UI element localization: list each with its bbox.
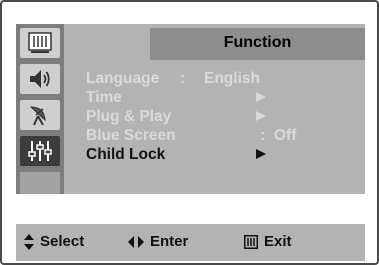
menu-item-label: Blue Screen — [86, 127, 176, 144]
panel-bottom-strip — [16, 194, 365, 224]
menu-exit-icon — [244, 235, 258, 250]
arrow-right-icon — [256, 92, 266, 102]
arrow-right-icon — [256, 149, 266, 159]
left-right-arrows-icon — [128, 236, 144, 249]
menu-item-separator: : — [260, 127, 266, 144]
menu-item-separator: : — [180, 70, 186, 87]
up-down-arrows-icon — [24, 234, 34, 251]
menu-item-label: Time — [86, 89, 122, 106]
menu-item-label: Plug & Play — [86, 108, 172, 125]
menu-item-value: Off — [274, 127, 297, 144]
footer-select[interactable]: Select — [24, 233, 84, 251]
menu-title-bar: Function — [150, 28, 365, 60]
sidebar — [16, 24, 64, 194]
footer-exit[interactable]: Exit — [244, 233, 292, 251]
menu-title: Function — [223, 34, 292, 51]
picture-icon — [28, 32, 52, 53]
sound-icon — [30, 70, 50, 88]
channel-antenna-icon — [29, 106, 46, 126]
arrow-right-icon — [256, 111, 266, 121]
footer-bar: Select Enter Exit — [16, 224, 365, 261]
footer-enter-label: Enter — [150, 233, 189, 250]
sidebar-item-channel[interactable] — [20, 100, 60, 130]
menu-panel: Function Language : English Time Plug & … — [16, 24, 365, 224]
footer-exit-label: Exit — [264, 233, 292, 250]
sidebar-item-sound[interactable] — [20, 64, 60, 94]
sidebar-filler — [20, 172, 60, 194]
menu-item-value: English — [204, 70, 260, 87]
menu-item-label: Child Lock — [86, 146, 166, 163]
sidebar-item-function[interactable] — [20, 136, 60, 166]
osd-screen: Function Language : English Time Plug & … — [0, 0, 379, 265]
menu-item-label: Language — [86, 70, 160, 87]
footer-select-label: Select — [40, 233, 85, 250]
sidebar-item-picture[interactable] — [20, 28, 60, 58]
function-sliders-icon — [28, 141, 52, 161]
footer-enter[interactable]: Enter — [128, 233, 188, 251]
